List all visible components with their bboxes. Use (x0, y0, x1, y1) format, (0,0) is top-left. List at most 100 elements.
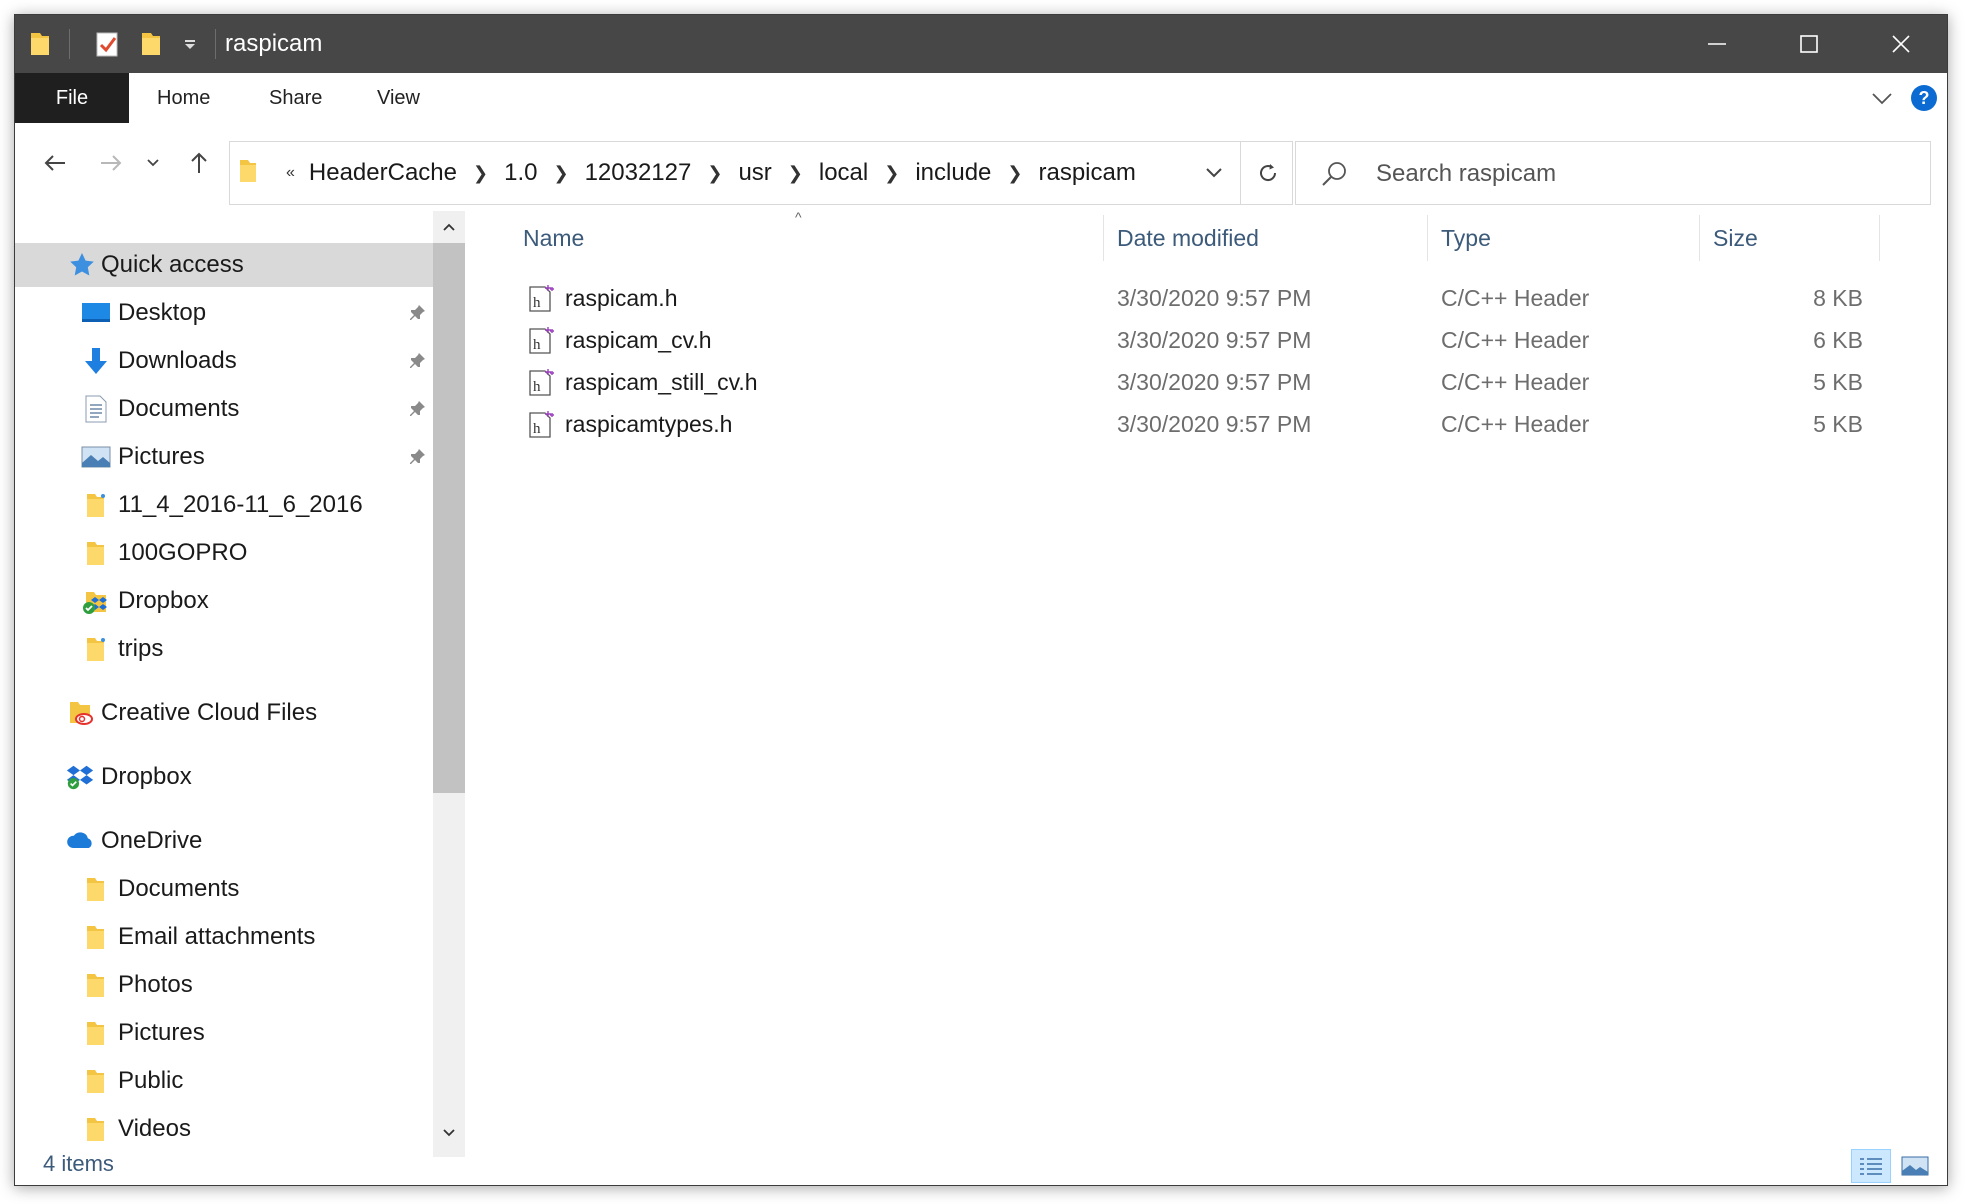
header-file-icon: h (527, 283, 555, 313)
header-file-icon: h (527, 325, 555, 355)
sidebar-item-documents[interactable]: Documents (15, 387, 433, 431)
new-folder-icon[interactable] (135, 29, 167, 59)
scroll-down-icon[interactable] (433, 1117, 465, 1149)
navigation-pane: Quick access Desktop Downloads Documents… (15, 211, 433, 1157)
column-divider[interactable] (1103, 215, 1104, 261)
properties-icon[interactable] (91, 29, 123, 59)
chevron-right-icon[interactable]: ❯ (463, 163, 498, 184)
sidebar-item-dropbox[interactable]: Dropbox (15, 755, 433, 799)
sidebar-item-folder[interactable]: Email attachments (15, 915, 433, 959)
file-type: C/C++ Header (1441, 327, 1590, 353)
back-button[interactable] (35, 143, 75, 183)
sidebar-item-downloads[interactable]: Downloads (15, 339, 433, 383)
sidebar-item-desktop[interactable]: Desktop (15, 291, 433, 335)
sidebar-item-folder[interactable]: Photos (15, 963, 433, 1007)
folder-icon (81, 1018, 111, 1048)
file-name: raspicam.h (565, 285, 678, 311)
sidebar-item-label: Email attachments (118, 923, 316, 950)
sidebar-item-folder[interactable]: Pictures (15, 1011, 433, 1055)
file-row[interactable]: h raspicam_cv.h 3/30/2020 9:57 PM C/C++ … (465, 319, 1947, 361)
maximize-button[interactable] (1763, 15, 1855, 73)
tab-view[interactable]: View (377, 73, 420, 123)
chevron-right-icon[interactable]: ❯ (997, 163, 1032, 184)
sidebar-item-folder[interactable]: 11_4_2016-11_6_2016 (15, 483, 433, 527)
recent-locations-chevron-icon[interactable] (141, 143, 165, 183)
sidebar-scrollbar[interactable] (433, 211, 465, 1157)
forward-button[interactable] (91, 143, 131, 183)
large-icons-view-button[interactable] (1895, 1149, 1935, 1183)
minimize-button[interactable] (1671, 15, 1763, 73)
tab-home[interactable]: Home (157, 73, 210, 123)
file-type: C/C++ Header (1441, 369, 1590, 395)
column-divider[interactable] (1699, 215, 1700, 261)
chevron-right-icon[interactable]: ❯ (697, 163, 732, 184)
column-header-size[interactable]: Size (1713, 207, 1758, 269)
breadcrumb-overflow[interactable]: « (286, 164, 303, 182)
search-input[interactable] (1374, 142, 1918, 206)
column-header-type[interactable]: Type (1441, 207, 1491, 269)
file-date-modified: 3/30/2020 9:57 PM (1117, 369, 1312, 395)
column-header-date-modified[interactable]: Date modified (1117, 207, 1259, 269)
folder-icon (238, 158, 258, 189)
file-row[interactable]: h raspicamtypes.h 3/30/2020 9:57 PM C/C+… (465, 403, 1947, 445)
toolbar-separator (69, 29, 70, 59)
sidebar-item-label: Quick access (101, 251, 244, 278)
scrollbar-thumb[interactable] (433, 243, 465, 793)
address-dropdown-chevron-icon[interactable] (1190, 142, 1238, 204)
breadcrumb-item[interactable]: 1.0 (498, 159, 543, 187)
close-button[interactable] (1855, 15, 1947, 73)
sidebar-item-folder[interactable]: Documents (15, 867, 433, 911)
search-box[interactable] (1295, 141, 1931, 206)
file-size: 6 KB (1813, 327, 1863, 353)
column-header-name[interactable]: Name (523, 207, 584, 269)
breadcrumb-item[interactable]: 12032127 (579, 159, 698, 187)
pin-icon[interactable] (405, 445, 429, 469)
sidebar-item-quick-access[interactable]: Quick access (15, 243, 433, 287)
toolbar-separator (215, 29, 216, 59)
status-bar: 4 items (15, 1149, 1947, 1185)
customize-toolbar-dropdown-icon[interactable] (177, 29, 203, 59)
file-date-modified: 3/30/2020 9:57 PM (1117, 327, 1312, 353)
title-bar: raspicam (15, 15, 1947, 73)
item-count: 4 items (43, 1151, 114, 1176)
sidebar-item-pictures[interactable]: Pictures (15, 435, 433, 479)
breadcrumb-item[interactable]: usr (732, 159, 777, 187)
refresh-button[interactable] (1240, 142, 1295, 204)
ribbon-tabs: File Home Share View ? (15, 73, 1947, 124)
expand-ribbon-chevron-icon[interactable] (1869, 87, 1895, 109)
tab-share[interactable]: Share (269, 73, 322, 123)
file-row[interactable]: h raspicam_still_cv.h 3/30/2020 9:57 PM … (465, 361, 1947, 403)
sidebar-item-label: Public (118, 1067, 184, 1094)
breadcrumb-item[interactable]: HeaderCache (303, 159, 463, 187)
sidebar-item-folder[interactable]: trips (15, 627, 433, 671)
file-size: 8 KB (1813, 285, 1863, 311)
chevron-right-icon[interactable]: ❯ (543, 163, 578, 184)
pin-icon[interactable] (405, 397, 429, 421)
tab-file[interactable]: File (15, 73, 129, 123)
chevron-right-icon[interactable]: ❯ (874, 163, 909, 184)
sidebar-item-folder[interactable]: Videos (15, 1107, 433, 1151)
address-bar[interactable]: « HeaderCache ❯ 1.0 ❯ 12032127 ❯ usr ❯ l… (229, 141, 1293, 205)
file-row[interactable]: h raspicam.h 3/30/2020 9:57 PM C/C++ Hea… (465, 277, 1947, 319)
breadcrumb-item[interactable]: local (813, 159, 874, 187)
creative-cloud-icon (67, 698, 97, 728)
help-button[interactable]: ? (1911, 85, 1937, 111)
breadcrumb-item[interactable]: raspicam (1032, 159, 1141, 187)
sidebar-item-folder[interactable]: 100GOPRO (15, 531, 433, 575)
sidebar-item-onedrive[interactable]: OneDrive (15, 819, 433, 863)
chevron-right-icon[interactable]: ❯ (778, 163, 813, 184)
pin-icon[interactable] (405, 301, 429, 325)
column-divider[interactable] (1879, 215, 1880, 261)
details-view-icon (1860, 1158, 1882, 1175)
details-view-button[interactable] (1851, 1149, 1891, 1183)
up-button[interactable] (179, 143, 219, 183)
sidebar-item-label: trips (118, 635, 164, 662)
breadcrumb-item[interactable]: include (909, 159, 997, 187)
scroll-up-icon[interactable] (433, 211, 465, 243)
sidebar-item-dropbox-folder[interactable]: Dropbox (15, 579, 433, 623)
pin-icon[interactable] (405, 349, 429, 373)
sidebar-item-creative-cloud-files[interactable]: Creative Cloud Files (15, 691, 433, 735)
file-date-modified: 3/30/2020 9:57 PM (1117, 285, 1312, 311)
sidebar-item-folder[interactable]: Public (15, 1059, 433, 1103)
column-divider[interactable] (1427, 215, 1428, 261)
